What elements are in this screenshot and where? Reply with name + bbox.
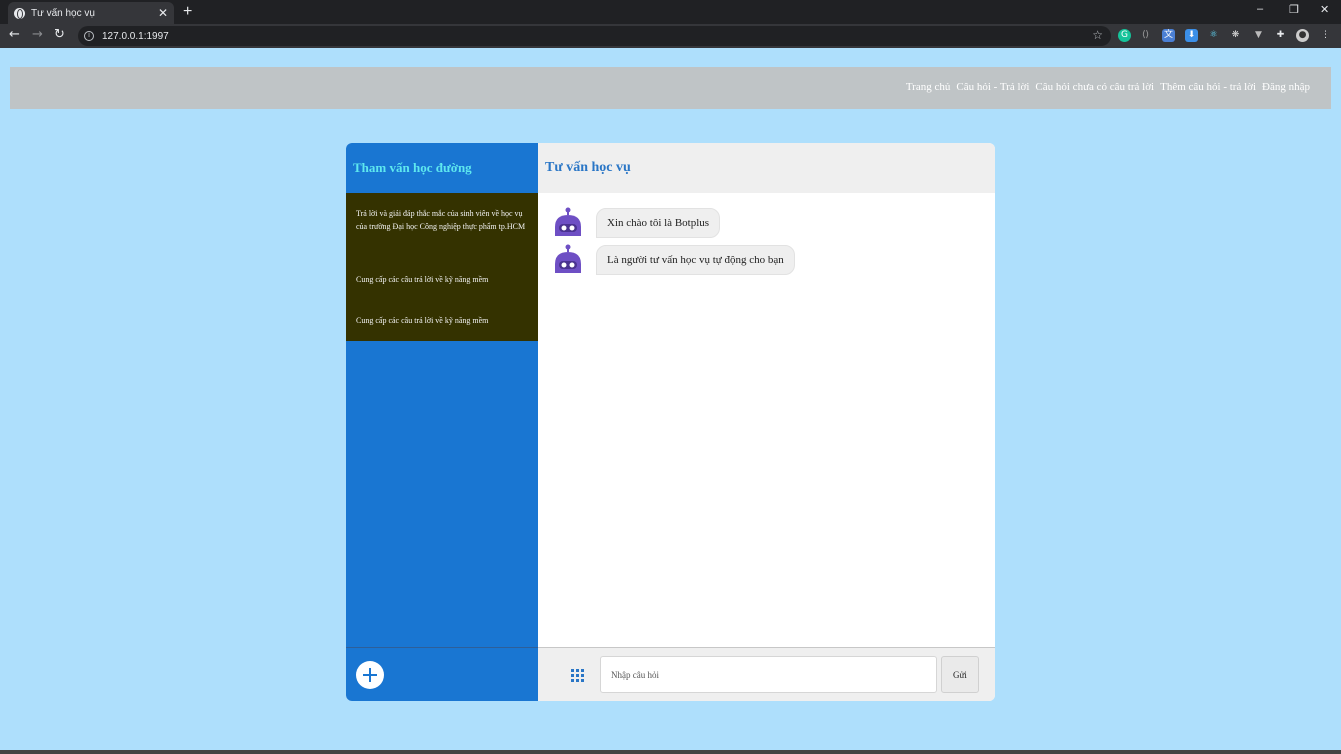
download-icon[interactable]: ⬇ [1185, 29, 1198, 42]
close-tab-icon[interactable]: ✕ [158, 6, 168, 20]
chat-title: Tư vấn học vụ [545, 160, 631, 175]
grammarly-icon[interactable]: G [1118, 29, 1131, 42]
new-tab-icon[interactable]: + [183, 3, 192, 21]
robot-avatar-icon [555, 244, 581, 273]
minimize-icon[interactable]: – [1257, 3, 1263, 15]
message-list: Xin chào tôi là Botplus Là người tư vấn … [538, 193, 995, 647]
browser-tab[interactable]: Tư vấn học vụ ✕ [8, 2, 174, 24]
tab-title: Tư vấn học vụ [31, 7, 95, 19]
site-navbar: Trang chủ Câu hỏi - Trả lời Câu hỏi chưa… [10, 67, 1331, 109]
message-bubble: Xin chào tôi là Botplus [596, 208, 721, 238]
chat-input-bar: Gửi [538, 647, 995, 701]
add-topic-button[interactable] [356, 661, 384, 689]
sidebar-topic-item[interactable]: Cung cấp các câu trả lời về kỹ năng mềm [356, 273, 526, 286]
profile-avatar[interactable]: ● [1296, 29, 1309, 42]
question-input[interactable] [600, 656, 937, 693]
nav-unanswered[interactable]: Câu hỏi chưa có câu trả lời [1035, 81, 1154, 93]
robot-avatar-icon [555, 207, 581, 236]
info-icon[interactable]: i [84, 31, 94, 41]
nav-qa[interactable]: Câu hỏi - Trả lời [956, 81, 1029, 93]
send-button[interactable]: Gửi [941, 656, 979, 693]
translate-icon[interactable]: 文 [1162, 29, 1175, 42]
nav-add-qa[interactable]: Thêm câu hỏi - trả lời [1160, 81, 1256, 93]
vue-icon[interactable]: ▼ [1252, 29, 1265, 42]
window-bottom-edge [0, 750, 1341, 754]
back-icon[interactable]: ← [9, 27, 20, 42]
grid-menu-icon[interactable] [571, 669, 585, 683]
chat-panel: Tư vấn học vụ Xin chào tôi là Botplus Là… [538, 143, 995, 701]
bookmark-star-icon[interactable]: ☆ [1092, 28, 1103, 42]
bot-message: Là người tư vấn học vụ tự động cho bạn [552, 244, 795, 276]
globe-icon [14, 7, 25, 19]
extensions-puzzle-icon[interactable]: ✚ [1274, 29, 1287, 42]
chat-header: Tư vấn học vụ [538, 143, 995, 193]
sidebar-topic-item[interactable]: Trả lời và giải đáp thắc mắc của sinh vi… [356, 207, 526, 233]
browser-tab-strip: Tư vấn học vụ ✕ + – ❐ ✕ [0, 0, 1341, 24]
extension-icon[interactable]: ❋ [1229, 29, 1242, 42]
message-bubble: Là người tư vấn học vụ tự động cho bạn [596, 245, 795, 275]
chat-app: Tham vấn học đường Trả lời và giải đáp t… [346, 143, 995, 701]
sidebar: Tham vấn học đường Trả lời và giải đáp t… [346, 143, 538, 701]
extension-icon[interactable]: ⟨⟩ [1139, 29, 1152, 42]
sidebar-divider [346, 647, 538, 648]
nav-login[interactable]: Đăng nhập [1262, 81, 1310, 93]
reload-icon[interactable]: ↻ [54, 27, 65, 42]
sidebar-topic-item[interactable]: Cung cấp các câu trả lời về kỹ năng mềm [356, 314, 526, 327]
nav-home[interactable]: Trang chủ [906, 81, 951, 93]
browser-toolbar: ← → ↻ i 127.0.0.1:1997 ☆ G ⟨⟩ 文 ⬇ ⚛ ❋ ▼ … [0, 24, 1341, 48]
url-text: 127.0.0.1:1997 [102, 30, 169, 42]
menu-icon[interactable]: ⋮ [1319, 29, 1332, 42]
restore-icon[interactable]: ❐ [1289, 3, 1299, 16]
react-devtools-icon[interactable]: ⚛ [1207, 29, 1220, 42]
sidebar-topic-list: Trả lời và giải đáp thắc mắc của sinh vi… [346, 193, 538, 341]
address-bar[interactable]: i 127.0.0.1:1997 ☆ [78, 26, 1111, 46]
sidebar-title: Tham vấn học đường [353, 160, 472, 175]
forward-icon[interactable]: → [32, 27, 43, 42]
close-window-icon[interactable]: ✕ [1320, 3, 1329, 16]
bot-message: Xin chào tôi là Botplus [552, 207, 721, 239]
